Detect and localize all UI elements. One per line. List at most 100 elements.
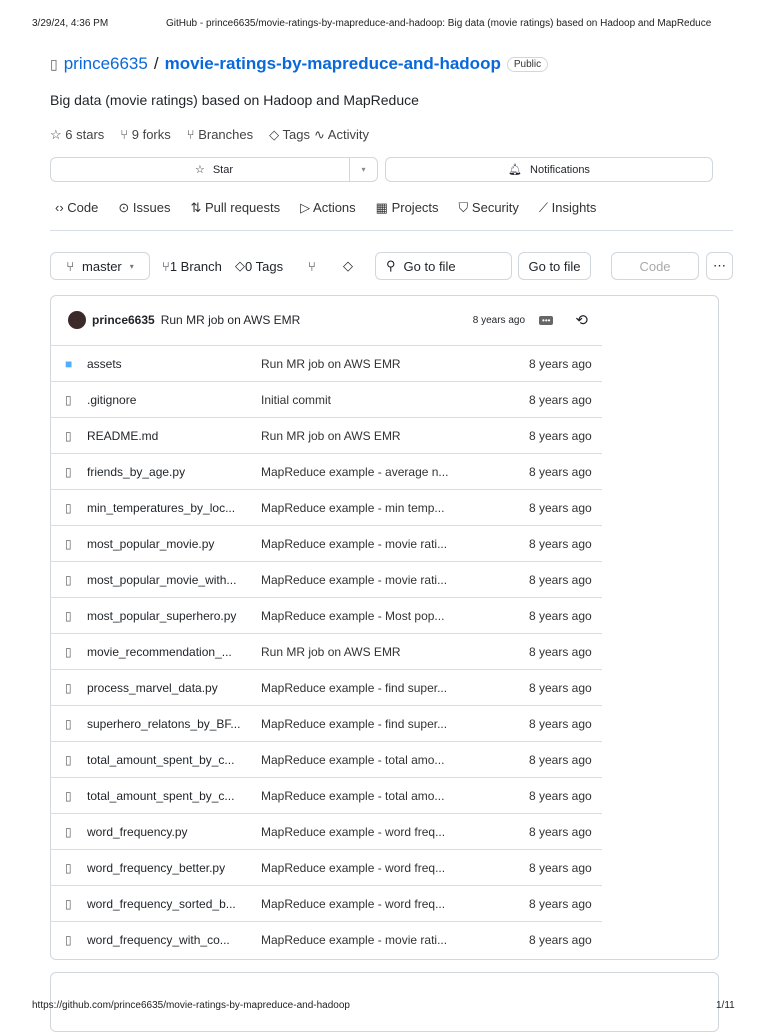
tag-count-link[interactable]: ◇ 0 Tags (235, 252, 283, 280)
file-row[interactable]: ▯ most_popular_movie_with... MapReduce exa… (50, 561, 602, 597)
file-commit-message[interactable]: MapReduce example - average n... (261, 465, 521, 479)
file-row[interactable]: ▯ word_frequency_better.py MapReduce examp… (50, 849, 602, 885)
file-commit-message[interactable]: MapReduce example - total amo... (261, 753, 521, 767)
file-icon: ▯ (65, 608, 72, 623)
repo-icon: ▯ (50, 55, 58, 72)
file-name[interactable]: most_popular_superhero.py (87, 609, 261, 623)
file-name[interactable]: most_popular_movie.py (87, 537, 261, 551)
file-commit-message[interactable]: MapReduce example - find super... (261, 681, 521, 695)
history-icon[interactable]: ⟲ (575, 311, 588, 329)
commit-author[interactable]: prince6635 (92, 313, 155, 327)
file-commit-message[interactable]: MapReduce example - find super... (261, 717, 521, 731)
file-row[interactable]: ▯ .gitignore Initial commit 8 years ago (50, 381, 602, 417)
file-name[interactable]: most_popular_movie_with... (87, 573, 261, 587)
file-age: 8 years ago (529, 860, 592, 875)
file-commit-message[interactable]: MapReduce example - total amo... (261, 789, 521, 803)
file-name[interactable]: word_frequency_sorted_b... (87, 897, 261, 911)
notifications-button[interactable]: 🔔︎ Notifications (385, 157, 713, 182)
file-icon: ▯ (65, 644, 72, 659)
print-title: GitHub - prince6635/movie-ratings-by-map… (166, 18, 712, 29)
file-name[interactable]: word_frequency_better.py (87, 861, 261, 875)
go-to-file-input[interactable]: ⚲ Go to file (375, 252, 512, 280)
file-age: 8 years ago (529, 608, 592, 623)
folder-icon: ■ (65, 356, 73, 371)
more-button[interactable]: ⋯ (706, 252, 733, 280)
file-row[interactable]: ▯ word_frequency_with_co... MapReduce exam… (50, 921, 602, 957)
file-commit-message[interactable]: MapReduce example - movie rati... (261, 573, 521, 587)
file-commit-message[interactable]: Run MR job on AWS EMR (261, 429, 521, 443)
stars-link[interactable]: ☆ 6 stars (50, 127, 104, 143)
file-name[interactable]: README.md (87, 429, 261, 443)
file-commit-message[interactable]: Initial commit (261, 393, 521, 407)
star-dropdown[interactable]: ▾ (349, 158, 377, 181)
file-name[interactable]: assets (87, 357, 261, 371)
branch-select[interactable]: ⑂ master ▾ (50, 252, 150, 280)
branch-count-link[interactable]: ⑂ 1 Branch (162, 252, 222, 280)
tag-icon[interactable]: ◇ (343, 252, 353, 280)
file-row[interactable]: ■ assets Run MR job on AWS EMR 8 years ago (50, 345, 602, 381)
file-name[interactable]: word_frequency_with_co... (87, 933, 261, 947)
tab-pull-requests[interactable]: ⇅ Pull requests (190, 200, 280, 216)
file-commit-message[interactable]: MapReduce example - word freq... (261, 825, 521, 839)
tab-issues[interactable]: ⊙ Issues (118, 200, 170, 216)
file-name[interactable]: total_amount_spent_by_c... (87, 789, 261, 803)
file-name[interactable]: total_amount_spent_by_c... (87, 753, 261, 767)
branch-icon[interactable]: ⑂ (308, 252, 316, 280)
file-icon: ▯ (65, 680, 72, 695)
branches-link[interactable]: ⑂ Branches (187, 127, 253, 143)
file-row[interactable]: ▯ word_frequency_sorted_b... MapReduce exa… (50, 885, 602, 921)
file-name[interactable]: friends_by_age.py (87, 465, 261, 479)
file-row[interactable]: ▯ most_popular_superhero.py MapReduce exam… (50, 597, 602, 633)
file-age: 8 years ago (529, 572, 592, 587)
file-row[interactable]: ▯ superhero_relatons_by_BF... MapReduce ex… (50, 705, 602, 741)
tab-insights[interactable]: ⟋ Insights (539, 200, 597, 216)
file-icon: ▯ (65, 464, 72, 479)
activity-link[interactable]: ∿ Activity (314, 127, 369, 143)
repo-stats: ☆ 6 stars ⑂ 9 forks ⑂ Branches ◇ Tags ∿ … (50, 127, 369, 143)
file-row[interactable]: ▯ total_amount_spent_by_c... MapReduce exa… (50, 777, 602, 813)
file-age: 8 years ago (529, 932, 592, 947)
tab-security[interactable]: ⛉ Security (459, 200, 519, 216)
file-row[interactable]: ▯ friends_by_age.py MapReduce example - av… (50, 453, 602, 489)
file-row[interactable]: ▯ min_temperatures_by_loc... MapReduce exa… (50, 489, 602, 525)
tags-link[interactable]: ◇ Tags (269, 127, 310, 143)
file-commit-message[interactable]: Run MR job on AWS EMR (261, 357, 521, 371)
file-commit-message[interactable]: MapReduce example - movie rati... (261, 537, 521, 551)
file-name[interactable]: word_frequency.py (87, 825, 261, 839)
file-commit-message[interactable]: MapReduce example - min temp... (261, 501, 521, 515)
file-name[interactable]: superhero_relatons_by_BF... (87, 717, 261, 731)
commit-message[interactable]: Run MR job on AWS EMR (161, 313, 301, 327)
bell-icon: 🔔︎ (508, 164, 523, 176)
file-row[interactable]: ▯ README.md Run MR job on AWS EMR 8 years a… (50, 417, 602, 453)
tab-code[interactable]: ‹› Code (55, 200, 98, 216)
file-age: 8 years ago (529, 896, 592, 911)
file-age: 8 years ago (529, 464, 592, 479)
file-name[interactable]: min_temperatures_by_loc... (87, 501, 261, 515)
commit-age: 8 years ago (472, 314, 526, 326)
file-name[interactable]: process_marvel_data.py (87, 681, 261, 695)
file-name[interactable]: movie_recommendation_... (87, 645, 261, 659)
file-commit-message[interactable]: Run MR job on AWS EMR (261, 645, 521, 659)
star-button[interactable]: ☆ Star ▾ (50, 157, 378, 182)
file-row[interactable]: ▯ word_frequency.py MapReduce example - wo… (50, 813, 602, 849)
file-row[interactable]: ▯ movie_recommendation_... Run MR job on A… (50, 633, 602, 669)
file-name[interactable]: .gitignore (87, 393, 261, 407)
file-commit-message[interactable]: MapReduce example - Most pop... (261, 609, 521, 623)
file-commit-message[interactable]: MapReduce example - movie rati... (261, 933, 521, 947)
file-icon: ▯ (65, 788, 72, 803)
file-age: 8 years ago (529, 680, 592, 695)
file-commit-message[interactable]: MapReduce example - word freq... (261, 897, 521, 911)
file-row[interactable]: ▯ total_amount_spent_by_c... MapReduce exa… (50, 741, 602, 777)
file-icon: ▯ (65, 500, 72, 515)
forks-link[interactable]: ⑂ 9 forks (120, 127, 170, 143)
tab-actions[interactable]: ▷ Actions (300, 200, 356, 216)
file-row[interactable]: ▯ most_popular_movie.py MapReduce example … (50, 525, 602, 561)
tab-projects[interactable]: ▦ Projects (376, 200, 439, 216)
go-to-file-button[interactable]: Go to file (518, 252, 591, 280)
code-button[interactable]: Code (611, 252, 699, 280)
commit-dots-icon[interactable]: ••• (539, 315, 554, 325)
file-commit-message[interactable]: MapReduce example - word freq... (261, 861, 521, 875)
repo-link[interactable]: movie-ratings-by-mapreduce-and-hadoop (165, 54, 501, 74)
owner-link[interactable]: prince6635 (64, 54, 148, 74)
file-row[interactable]: ▯ process_marvel_data.py MapReduce example… (50, 669, 602, 705)
